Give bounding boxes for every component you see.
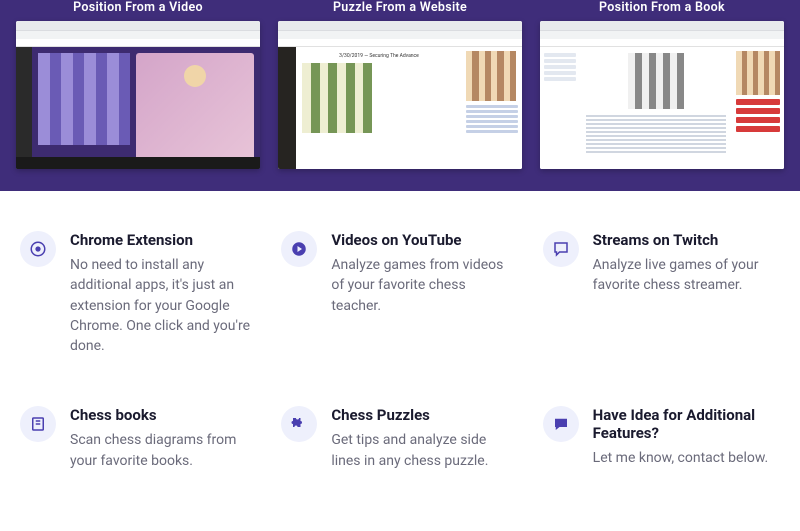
feature-puzzles: Chess Puzzles Get tips and analyze side … — [281, 406, 518, 471]
puzzle-icon — [281, 406, 317, 442]
play-icon — [281, 231, 317, 267]
feature-title: Chess Puzzles — [331, 406, 518, 424]
feature-title: Videos on YouTube — [331, 231, 518, 249]
feature-desc: Let me know, contact below. — [593, 448, 780, 468]
hero-col-book: Position From a Book — [540, 0, 784, 169]
feature-desc: Analyze live games of your favorite ches… — [593, 255, 780, 296]
hero-title-book: Position From a Book — [540, 0, 784, 15]
feature-desc: No need to install any additional apps, … — [70, 255, 257, 356]
feature-desc: Get tips and analyze side lines in any c… — [331, 430, 518, 471]
feature-twitch: Streams on Twitch Analyze live games of … — [543, 231, 780, 356]
feature-chrome: Chrome Extension No need to install any … — [20, 231, 257, 356]
feature-idea: Have Idea for Additional Features? Let m… — [543, 406, 780, 471]
thumb-book — [540, 21, 784, 169]
hero-section: Position From a Video Puzzle From a Webs… — [0, 0, 800, 191]
feature-title: Chess books — [70, 406, 257, 424]
hero-title-video: Position From a Video — [16, 0, 260, 15]
hero-col-website: Puzzle From a Website 3/30/2019 — Securi… — [278, 0, 522, 169]
features-section: Chrome Extension No need to install any … — [0, 191, 800, 531]
thumb-website: 3/30/2019 — Securing The Advance — [278, 21, 522, 169]
feature-desc: Scan chess diagrams from your favorite b… — [70, 430, 257, 471]
hero-col-video: Position From a Video — [16, 0, 260, 169]
chat-icon — [543, 231, 579, 267]
feature-title: Streams on Twitch — [593, 231, 780, 249]
chess-board-icon — [302, 63, 372, 133]
feature-youtube: Videos on YouTube Analyze games from vid… — [281, 231, 518, 356]
feature-books: Chess books Scan chess diagrams from you… — [20, 406, 257, 471]
feature-title: Have Idea for Additional Features? — [593, 406, 780, 442]
message-icon — [543, 406, 579, 442]
book-icon — [20, 406, 56, 442]
feature-title: Chrome Extension — [70, 231, 257, 249]
chrome-icon — [20, 231, 56, 267]
hero-title-website: Puzzle From a Website — [278, 0, 522, 15]
thumb-video — [16, 21, 260, 169]
feature-desc: Analyze games from videos of your favori… — [331, 255, 518, 316]
chess-board-icon — [628, 53, 684, 109]
chess-board-icon — [38, 53, 130, 145]
